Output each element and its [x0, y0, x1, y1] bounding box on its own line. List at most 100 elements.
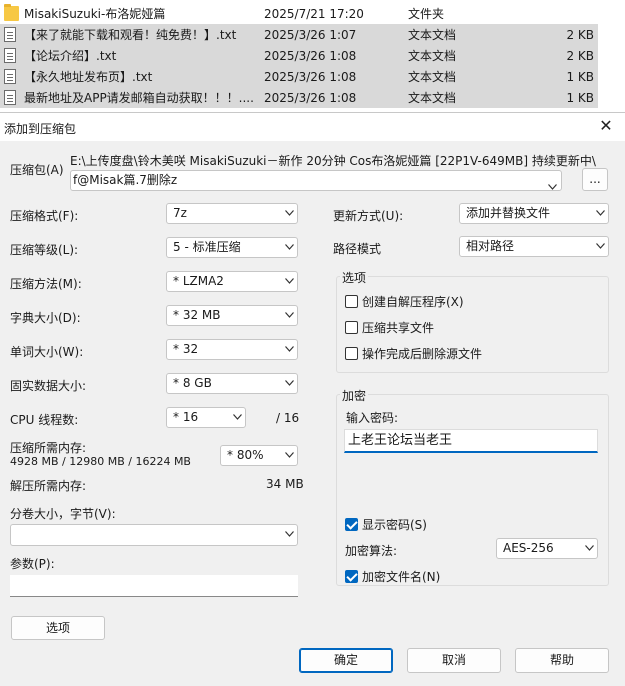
- file-row[interactable]: 【永久地址发布页】.txt 2025/3/26 1:08 文本文档 1 KB: [0, 66, 598, 87]
- file-list: MisakiSuzuki-布洛妮娅篇 2025/7/21 17:20 文件夹 【…: [0, 0, 625, 112]
- file-name: MisakiSuzuki-布洛妮娅篇: [24, 7, 166, 21]
- level-select[interactable]: 5 - 标准压缩: [166, 237, 298, 258]
- archive-name-value: f@Misak篇.7删除z: [73, 173, 178, 187]
- chevron-down-icon: [596, 243, 605, 251]
- format-label: 压缩格式(F):: [10, 209, 79, 223]
- cpu-threads-label: CPU 线程数:: [10, 413, 79, 427]
- update-mode-label: 更新方式(U):: [333, 209, 404, 223]
- browse-button[interactable]: ...: [582, 168, 608, 191]
- decompress-memory-label: 解压所需内存:: [10, 479, 87, 493]
- encrypt-names-label: 加密文件名(N): [362, 570, 441, 584]
- memory-label: 压缩所需内存:: [10, 441, 87, 455]
- cpu-threads-select[interactable]: * 16: [166, 407, 246, 428]
- show-password-checkbox[interactable]: 显示密码(S): [345, 516, 427, 533]
- file-row[interactable]: 【论坛介绍】.txt 2025/3/26 1:08 文本文档 2 KB: [0, 45, 598, 66]
- password-input[interactable]: 上老王论坛当老王: [344, 429, 598, 453]
- file-type: 文本文档: [408, 49, 457, 63]
- file-row[interactable]: 最新地址及APP请发邮箱自动获取！！！.... 2025/3/26 1:08 文…: [0, 87, 598, 108]
- chevron-down-icon: [233, 414, 242, 422]
- close-icon[interactable]: ✕: [597, 117, 615, 135]
- file-date: 2025/3/26 1:08: [264, 48, 357, 63]
- file-row[interactable]: 【来了就能下载和观看！纯免费！】.txt 2025/3/26 1:07 文本文档…: [0, 24, 598, 45]
- solid-size-value: * 8 GB: [173, 376, 212, 390]
- method-value: * LZMA2: [173, 274, 224, 288]
- file-row-folder[interactable]: MisakiSuzuki-布洛妮娅篇 2025/7/21 17:20 文件夹: [0, 3, 598, 24]
- delete-after-checkbox[interactable]: 操作完成后删除源文件: [345, 345, 482, 362]
- chevron-down-icon: [285, 346, 294, 354]
- file-type: 文本文档: [408, 91, 457, 105]
- file-size: 2 KB: [566, 27, 594, 42]
- algorithm-select[interactable]: AES-256: [496, 538, 598, 559]
- chevron-down-icon: [548, 177, 557, 196]
- dialog-titlebar: 添加到压缩包 ✕: [0, 113, 625, 141]
- file-name: 【来了就能下载和观看！纯免费！】.txt: [24, 28, 237, 42]
- format-value: 7z: [173, 206, 187, 220]
- sfx-checkbox[interactable]: 创建自解压程序(X): [345, 293, 464, 310]
- level-value: 5 - 标准压缩: [173, 240, 241, 254]
- text-file-icon: [4, 69, 16, 84]
- parameters-label: 参数(P):: [10, 557, 55, 571]
- update-mode-value: 添加并替换文件: [466, 206, 551, 220]
- text-file-icon: [4, 90, 16, 105]
- dictionary-select[interactable]: * 32 MB: [166, 305, 298, 326]
- help-button[interactable]: 帮助: [515, 648, 609, 673]
- options-group-title: 选项: [340, 269, 369, 286]
- decompress-memory-value: 34 MB: [266, 477, 304, 491]
- parameters-input[interactable]: [10, 575, 298, 597]
- word-size-value: * 32: [173, 342, 199, 356]
- file-name: 【永久地址发布页】.txt: [24, 70, 153, 84]
- text-file-icon: [4, 27, 16, 42]
- text-file-icon: [4, 48, 16, 63]
- word-size-select[interactable]: * 32: [166, 339, 298, 360]
- dictionary-value: * 32 MB: [173, 308, 221, 322]
- file-date: 2025/7/21 17:20: [264, 6, 364, 21]
- method-label: 压缩方法(M):: [10, 277, 82, 291]
- solid-size-select[interactable]: * 8 GB: [166, 373, 298, 394]
- checkbox-icon: [345, 295, 358, 308]
- checkbox-checked-icon: [345, 570, 358, 583]
- delete-after-label: 操作完成后删除源文件: [362, 347, 483, 361]
- encryption-group-title: 加密: [340, 387, 369, 404]
- algorithm-value: AES-256: [503, 541, 554, 555]
- file-type: 文本文档: [408, 70, 457, 84]
- options-button[interactable]: 选项: [11, 616, 105, 640]
- chevron-down-icon: [285, 210, 294, 218]
- format-select[interactable]: 7z: [166, 203, 298, 224]
- memory-usage-select[interactable]: * 80%: [220, 445, 298, 466]
- file-type: 文件夹: [408, 7, 445, 21]
- split-size-label: 分卷大小，字节(V):: [10, 507, 116, 521]
- method-select[interactable]: * LZMA2: [166, 271, 298, 292]
- sfx-label: 创建自解压程序(X): [362, 295, 464, 309]
- cancel-button[interactable]: 取消: [407, 648, 501, 673]
- checkbox-icon: [345, 321, 358, 334]
- add-to-archive-dialog: 添加到压缩包 ✕ 压缩包(A) E:\上传度盘\铃木美咲 MisakiSuzuk…: [0, 112, 625, 686]
- split-size-select[interactable]: [10, 524, 298, 546]
- update-mode-select[interactable]: 添加并替换文件: [459, 203, 609, 224]
- cpu-threads-max: / 16: [276, 411, 300, 425]
- file-size: 1 KB: [566, 90, 594, 105]
- level-label: 压缩等级(L):: [10, 243, 79, 257]
- path-mode-select[interactable]: 相对路径: [459, 236, 609, 257]
- shared-files-label: 压缩共享文件: [362, 321, 435, 335]
- password-label: 输入密码:: [346, 411, 399, 425]
- chevron-down-icon: [285, 312, 294, 320]
- dictionary-label: 字典大小(D):: [10, 311, 81, 325]
- checkbox-icon: [345, 347, 358, 360]
- ok-button[interactable]: 确定: [299, 648, 393, 673]
- file-size: 2 KB: [566, 48, 594, 63]
- chevron-down-icon: [596, 210, 605, 218]
- chevron-down-icon: [285, 380, 294, 388]
- file-date: 2025/3/26 1:08: [264, 90, 357, 105]
- checkbox-checked-icon: [345, 518, 358, 531]
- shared-files-checkbox[interactable]: 压缩共享文件: [345, 319, 434, 336]
- word-size-label: 单词大小(W):: [10, 345, 84, 359]
- file-name: 最新地址及APP请发邮箱自动获取！！！....: [24, 91, 254, 105]
- encrypt-names-checkbox[interactable]: 加密文件名(N): [345, 568, 440, 585]
- chevron-down-icon: [585, 545, 594, 553]
- folder-icon: [4, 4, 19, 21]
- path-mode-label: 路径模式: [333, 242, 382, 256]
- algorithm-label: 加密算法:: [345, 544, 398, 558]
- archive-name-combo[interactable]: f@Misak篇.7删除z: [70, 170, 562, 191]
- file-date: 2025/3/26 1:08: [264, 69, 357, 84]
- chevron-down-icon: [285, 531, 294, 539]
